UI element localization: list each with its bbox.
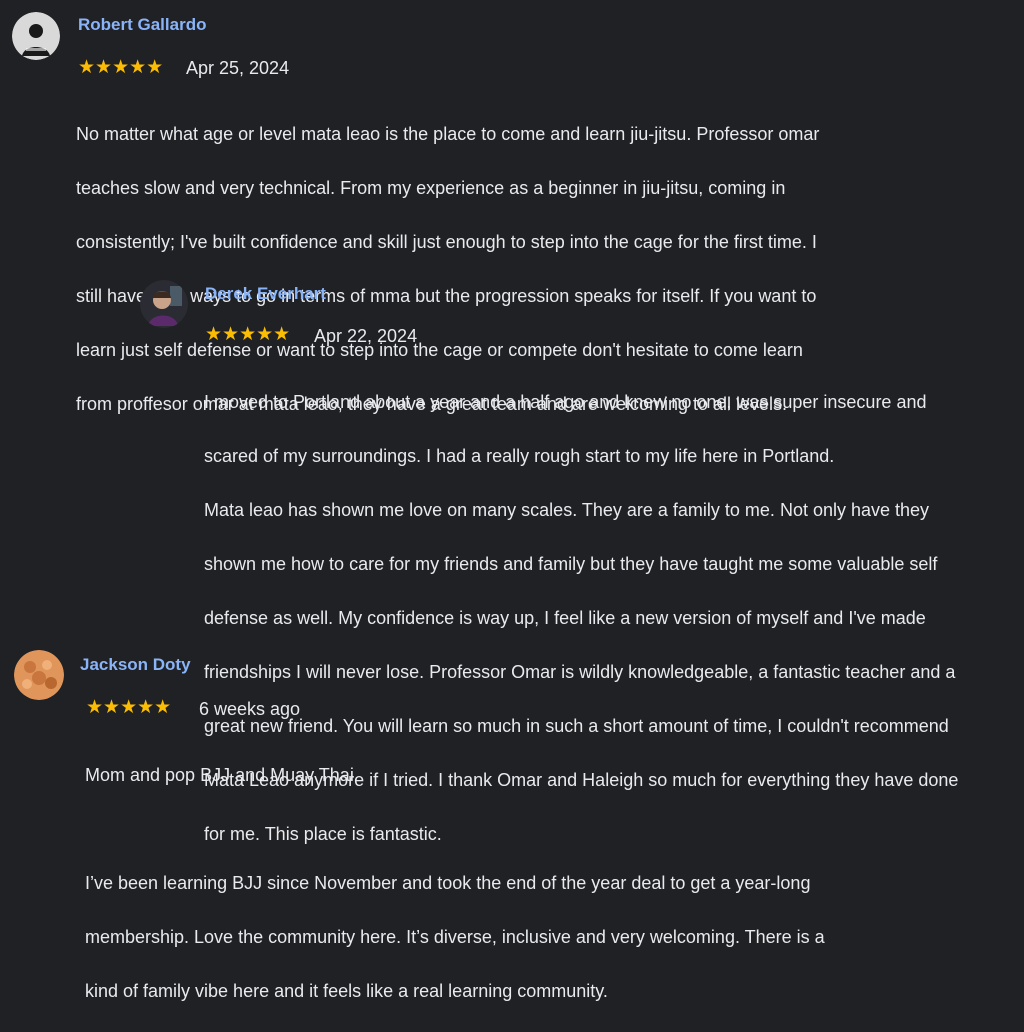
review-line: Mom and pop BJJ and Muay Thai [85,765,354,785]
star-rating: ★★★★★ [78,57,164,78]
review-line: membership. Love the community here. It’… [85,927,825,947]
reviewer-avatar[interactable] [14,650,64,700]
review-line: teaches slow and very technical. From my… [76,178,786,198]
reviewer-avatar[interactable] [140,280,188,328]
review-line: consistently; I've built confidence and … [76,232,817,252]
person-avatar-icon [140,280,188,328]
star-rating: ★★★★★ [205,324,291,345]
review-text: Mom and pop BJJ and Muay Thai I’ve been … [85,735,1015,1032]
reviewer-name[interactable]: Derek Everhart [205,284,326,304]
review-line: defense as well. My confidence is way up… [204,608,926,628]
review-date: Apr 25, 2024 [186,58,290,78]
review-line: Mata leao has shown me love on many scal… [204,500,930,520]
reviewer-name[interactable]: Robert Gallardo [78,15,206,35]
star-rating: ★★★★★ [86,697,172,718]
review-date: Apr 22, 2024 [314,326,418,346]
review-line: I moved to Portland about a year and a h… [204,392,927,412]
review-line: shown me how to care for my friends and … [204,554,938,574]
review-card: Robert Gallardo ★★★★★ Apr 25, 2024 No ma… [0,0,1024,414]
review-card: Derek Everhart ★★★★★ Apr 22, 2024 I move… [0,270,1024,844]
review-line: No matter what age or level mata leao is… [76,124,820,144]
review-line: I’ve been learning BJJ since November an… [85,873,811,893]
person-avatar-icon [12,12,60,60]
person-avatar-icon [14,650,64,700]
review-line [85,816,1015,843]
reviewer-name[interactable]: Jackson Doty [80,655,191,675]
review-card: Jackson Doty ★★★★★ 6 weeks ago Mom and p… [0,640,1024,1001]
reviewer-avatar[interactable] [12,12,60,60]
review-line: kind of family vibe here and it feels li… [85,981,608,1001]
review-date: 6 weeks ago [199,699,301,719]
review-line: scared of my surroundings. I had a reall… [204,446,835,466]
